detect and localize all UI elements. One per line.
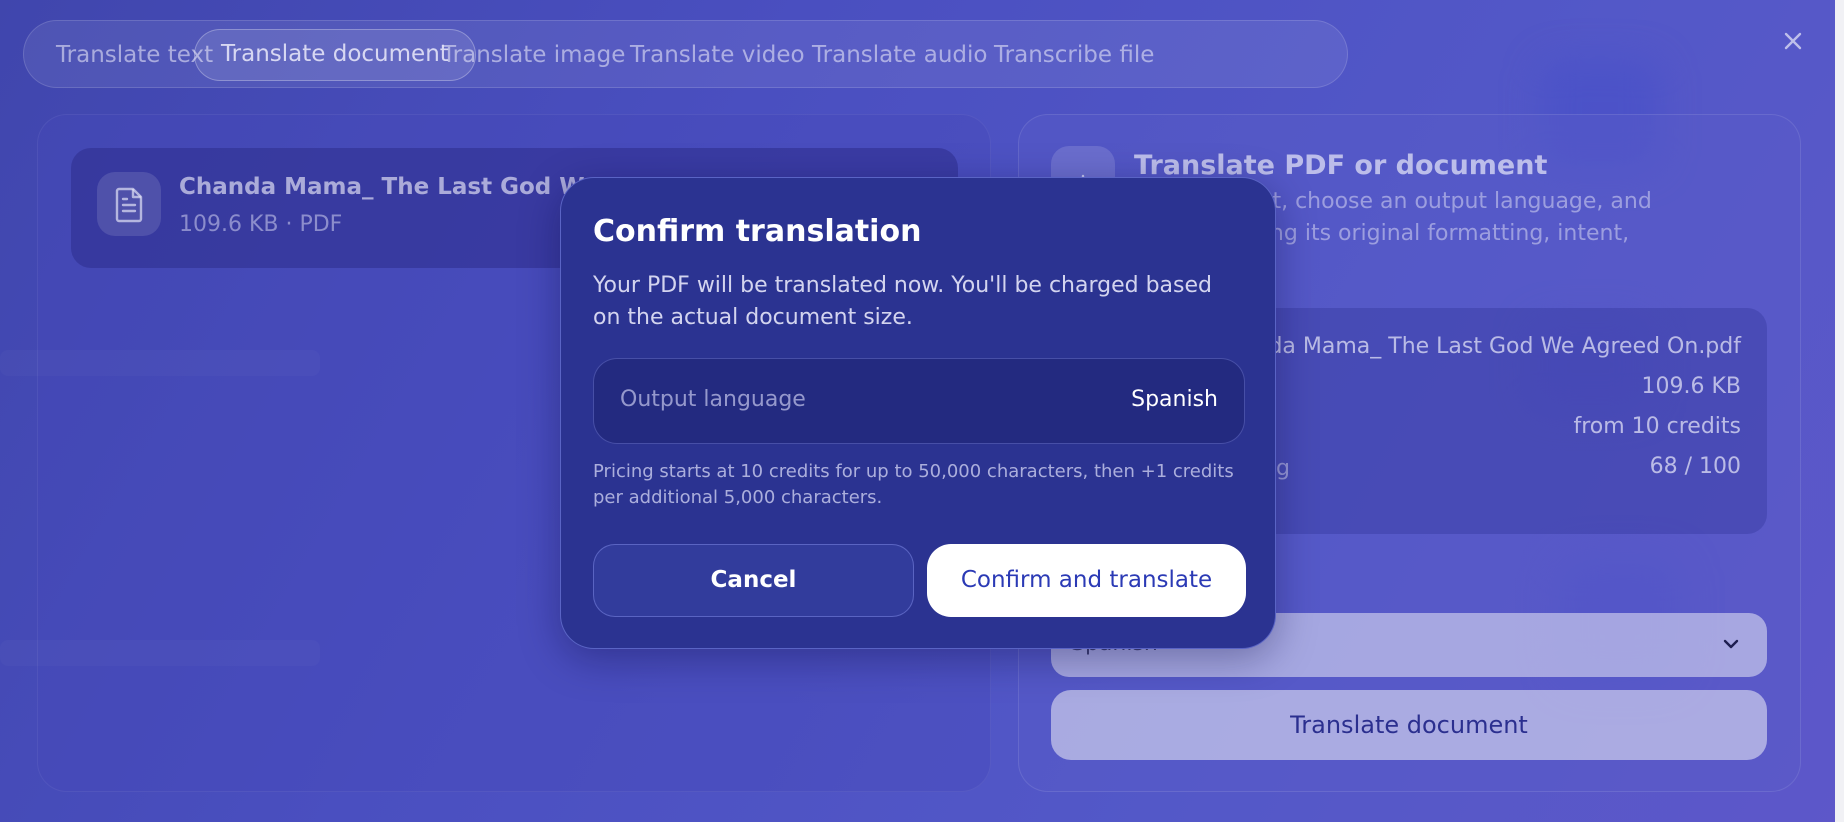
detail-file-size: 109.6 KB	[1641, 374, 1742, 399]
app-root: Translate text Translate document Transl…	[0, 0, 1844, 822]
dialog-title: Confirm translation	[593, 214, 922, 249]
window-edge	[1835, 0, 1844, 822]
dialog-message: Your PDF will be translated now. You'll …	[593, 273, 1212, 330]
detail-price: from 10 credits	[1573, 414, 1741, 439]
cancel-button[interactable]: Cancel	[593, 544, 914, 617]
detail-label: g	[1276, 456, 1290, 481]
confirm-and-translate-button[interactable]: Confirm and translate	[927, 544, 1246, 617]
output-language-value: Spanish	[1131, 387, 1218, 412]
tab-transcribe-file[interactable]: Transcribe file	[968, 29, 1180, 81]
output-language-row: Output language Spanish	[593, 358, 1245, 444]
document-icon	[97, 172, 161, 236]
translate-document-button[interactable]: Translate document	[1051, 690, 1767, 760]
output-language-label: Output language	[620, 387, 806, 412]
chevron-down-icon	[1719, 632, 1743, 656]
close-icon[interactable]	[1778, 26, 1808, 56]
pricing-note: Pricing starts at 10 credits for up to 5…	[593, 461, 1234, 508]
background-decoration	[0, 350, 320, 376]
file-meta: 109.6 KB · PDF	[179, 212, 343, 237]
background-decoration	[0, 640, 320, 666]
detail-file-name: nda Mama_ The Last God We Agreed On.pdf	[1254, 334, 1741, 359]
confirm-translation-dialog: Confirm translation Your PDF will be tra…	[560, 177, 1276, 649]
detail-credits: 68 / 100	[1649, 454, 1741, 479]
mode-tab-bar: Translate text Translate document Transl…	[23, 20, 1348, 88]
